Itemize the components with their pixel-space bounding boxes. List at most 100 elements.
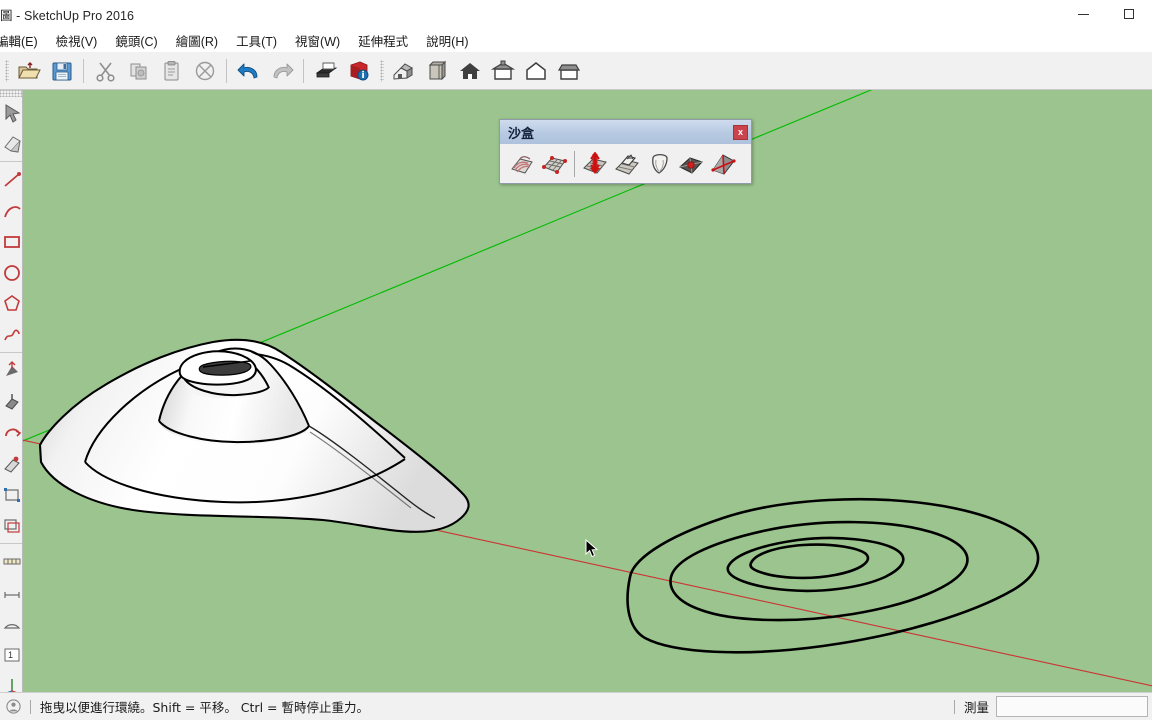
window-controls [1060, 0, 1152, 28]
pushpull-icon [5, 393, 19, 410]
erase-button[interactable] [188, 55, 221, 87]
line-tool-button[interactable] [0, 164, 22, 195]
freehand-tool-button[interactable] [0, 319, 22, 350]
menu-window[interactable]: 視窗(W) [286, 28, 349, 52]
undo-button[interactable] [232, 55, 265, 87]
move-icon [6, 360, 18, 376]
print-button[interactable] [309, 55, 342, 87]
from-scratch-button[interactable] [538, 147, 570, 181]
measurement-area: 測量 [945, 696, 1152, 717]
rectangle-icon [4, 235, 20, 248]
redo-icon [273, 63, 293, 78]
flip-edge-button[interactable] [707, 147, 739, 181]
sandbox-tool-row [500, 144, 751, 183]
menu-view[interactable]: 檢視(V) [47, 28, 107, 52]
open-button[interactable] [12, 55, 45, 87]
status-divider [30, 699, 31, 714]
top-view-button[interactable] [420, 55, 453, 87]
stamp-icon [615, 153, 639, 175]
circle-icon [4, 264, 20, 281]
menu-edit[interactable]: 編輯(E) [0, 28, 47, 52]
toolbar-group-views [387, 52, 585, 89]
drape-icon [652, 153, 668, 174]
measure-label: 測量 [963, 700, 989, 715]
sandbox-title-label: 沙盒 [508, 126, 535, 142]
rotate-tool-button[interactable] [0, 417, 22, 448]
axes-tool-button[interactable] [0, 670, 22, 692]
toolbar-separator [303, 58, 304, 83]
top-view-icon [428, 60, 446, 80]
eraser-tool-button[interactable] [0, 128, 22, 159]
smoove-button[interactable] [579, 147, 611, 181]
left-view-button[interactable] [552, 55, 585, 87]
dimension-tool-button[interactable] [0, 577, 22, 608]
iso-view-button[interactable] [387, 55, 420, 87]
toolbar-group-print [309, 52, 375, 89]
left-toolbar-grip[interactable] [0, 90, 22, 97]
contour-ring-3 [726, 536, 905, 593]
sandbox-toolbar[interactable]: 沙盒 x [499, 119, 752, 184]
arc-icon [4, 205, 21, 217]
cut-button[interactable] [89, 55, 122, 87]
sketchup-window: 圖 - SketchUp Pro 2016 編輯(E) 檢視(V) 鏡頭(C) 繪圖(… [0, 0, 1152, 720]
flip-edge-icon [711, 153, 736, 175]
offset-icon [4, 518, 20, 533]
menu-camera[interactable]: 鏡頭(C) [106, 28, 166, 52]
measure-input[interactable] [996, 696, 1148, 717]
front-view-button[interactable] [453, 55, 486, 87]
protractor-tool-button[interactable] [0, 608, 22, 639]
title-bar: 圖 - SketchUp Pro 2016 [0, 0, 1152, 28]
pushpull-tool-button[interactable] [0, 386, 22, 417]
toolbar-grip[interactable] [5, 59, 9, 82]
scale-icon [4, 487, 20, 502]
arc-tool-button[interactable] [0, 195, 22, 226]
rectangle-tool-button[interactable] [0, 226, 22, 257]
left-tool-palette: 1 [0, 90, 23, 692]
sandbox-title-bar[interactable]: 沙盒 x [500, 120, 751, 144]
menu-extensions[interactable]: 延伸程式 [349, 28, 417, 52]
text-tool-button[interactable]: 1 [0, 639, 22, 670]
scale-tool-button[interactable] [0, 479, 22, 510]
copy-button[interactable] [122, 55, 155, 87]
add-detail-button[interactable] [675, 147, 707, 181]
model-info-button[interactable] [342, 55, 375, 87]
toolbar-group-file [12, 52, 78, 89]
left-toolbar-separator [0, 543, 22, 544]
window-title: 圖 - SketchUp Pro 2016 [0, 8, 135, 23]
undo-icon [237, 63, 257, 78]
protractor-icon [3, 623, 21, 629]
stamp-button[interactable] [611, 147, 643, 181]
maximize-button[interactable] [1106, 0, 1152, 28]
move-tool-button[interactable] [0, 355, 22, 386]
drape-button[interactable] [643, 147, 675, 181]
toolbar-separator [83, 58, 84, 83]
back-view-button[interactable] [519, 55, 552, 87]
maximize-icon [1124, 9, 1134, 19]
tape-measure-tool-button[interactable] [0, 546, 22, 577]
offset-tool-button[interactable] [0, 510, 22, 541]
circle-tool-button[interactable] [0, 257, 22, 288]
menu-tools[interactable]: 工具(T) [227, 28, 286, 52]
right-view-icon [490, 60, 515, 80]
polygon-tool-button[interactable] [0, 288, 22, 319]
select-tool-button[interactable] [0, 97, 22, 128]
right-view-button[interactable] [486, 55, 519, 87]
from-contours-button[interactable] [506, 147, 538, 181]
sandbox-close-button[interactable]: x [733, 124, 748, 140]
paste-button[interactable] [155, 55, 188, 87]
minimize-button[interactable] [1060, 0, 1106, 28]
menu-help[interactable]: 說明(H) [417, 28, 477, 52]
iso-view-icon [393, 62, 413, 80]
followme-tool-button[interactable] [0, 448, 22, 479]
eraser-icon [4, 135, 21, 153]
select-icon [5, 103, 21, 123]
account-icon[interactable] [6, 699, 21, 714]
save-button[interactable] [45, 55, 78, 87]
menu-draw[interactable]: 繪圖(R) [167, 28, 227, 52]
redo-button[interactable] [265, 55, 298, 87]
cut-icon [95, 62, 115, 82]
left-view-icon [557, 63, 580, 80]
toolbar-grip-views[interactable] [380, 59, 384, 82]
svg-text:1: 1 [8, 650, 13, 660]
save-icon [52, 62, 71, 80]
